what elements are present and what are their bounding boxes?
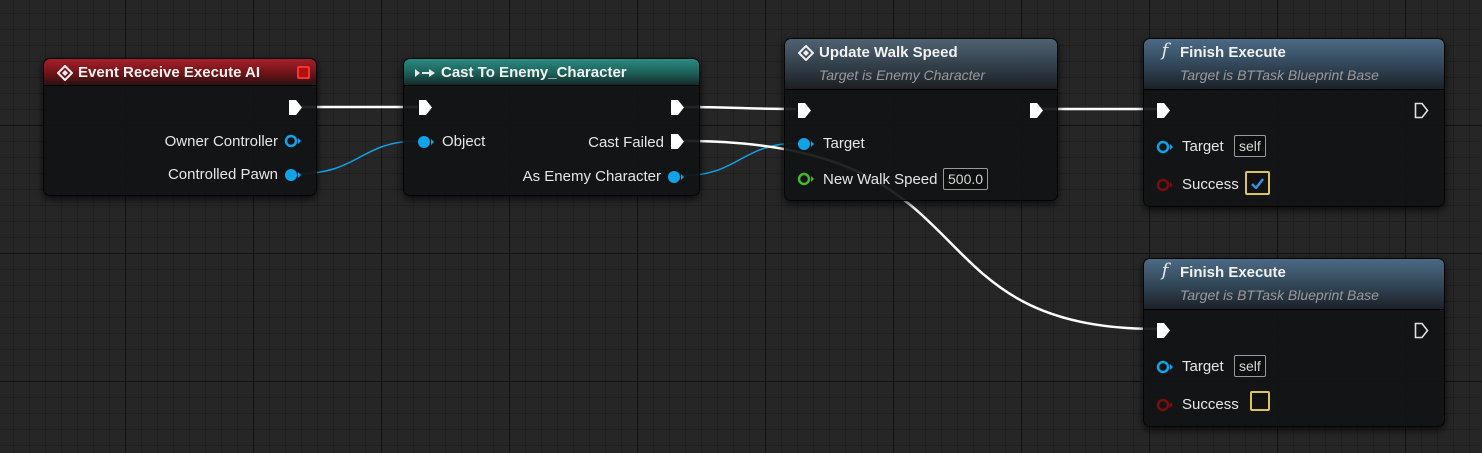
node-title: Update Walk Speed bbox=[819, 44, 958, 61]
exec-out-pin[interactable] bbox=[670, 99, 685, 116]
node-header[interactable]: f Finish Execute Target is BTTask Bluepr… bbox=[1144, 39, 1444, 90]
exec-out-pin[interactable] bbox=[1029, 102, 1044, 119]
new-walk-speed-pin[interactable] bbox=[797, 172, 815, 186]
new-walk-speed-input[interactable]: 500.0 bbox=[943, 168, 989, 190]
exec-in-pin[interactable] bbox=[797, 102, 812, 119]
success-checkbox[interactable] bbox=[1250, 391, 1270, 411]
exec-out-pin[interactable] bbox=[288, 99, 303, 116]
target-pin[interactable] bbox=[797, 137, 815, 151]
target-self-field[interactable]: self bbox=[1234, 135, 1266, 157]
exec-out-pin[interactable] bbox=[1414, 102, 1429, 119]
node-header[interactable]: f Finish Execute Target is BTTask Bluepr… bbox=[1144, 259, 1444, 310]
node-header[interactable]: Update Walk Speed Target is Enemy Charac… bbox=[785, 39, 1057, 90]
node-title: Cast To Enemy_Character bbox=[441, 64, 627, 81]
cast-failed-exec-pin[interactable] bbox=[670, 133, 685, 150]
as-enemy-character-label: As Enemy Character bbox=[522, 168, 661, 185]
new-walk-speed-label: New Walk Speed bbox=[823, 171, 938, 188]
controlled-pawn-pin[interactable] bbox=[284, 168, 302, 182]
cast-failed-label: Cast Failed bbox=[588, 134, 664, 151]
success-label: Success bbox=[1182, 176, 1239, 193]
event-receive-execute-ai-node[interactable]: Event Receive Execute AI Owner Controlle… bbox=[43, 58, 317, 196]
cast-arrows-icon bbox=[414, 64, 436, 82]
target-label: Target bbox=[1182, 138, 1224, 155]
node-subtitle: Target is Enemy Character bbox=[819, 67, 985, 83]
function-f-icon: f bbox=[1161, 259, 1169, 281]
update-walk-speed-node[interactable]: Update Walk Speed Target is Enemy Charac… bbox=[784, 38, 1058, 201]
owner-controller-pin[interactable] bbox=[284, 134, 302, 148]
blueprint-graph-canvas[interactable]: Event Receive Execute AI Owner Controlle… bbox=[0, 0, 1482, 453]
success-label: Success bbox=[1182, 396, 1239, 413]
delegate-pin-icon[interactable] bbox=[297, 66, 310, 79]
node-header[interactable]: Event Receive Execute AI bbox=[44, 59, 316, 86]
object-label: Object bbox=[442, 133, 486, 150]
finish-execute-failure-node[interactable]: f Finish Execute Target is BTTask Bluepr… bbox=[1143, 258, 1445, 427]
cast-to-enemy-character-node[interactable]: Cast To Enemy_Character Object Cast Fail… bbox=[403, 58, 700, 196]
as-enemy-character-pin[interactable] bbox=[667, 170, 685, 184]
success-pin[interactable] bbox=[1156, 398, 1174, 412]
function-f-icon: f bbox=[1161, 39, 1169, 61]
success-pin[interactable] bbox=[1156, 178, 1174, 192]
node-subtitle: Target is BTTask Blueprint Base bbox=[1180, 287, 1379, 303]
checkmark-icon bbox=[1251, 177, 1264, 189]
event-diamond-icon bbox=[56, 64, 74, 82]
exec-out-pin[interactable] bbox=[1414, 322, 1429, 339]
target-pin[interactable] bbox=[1156, 140, 1174, 154]
exec-in-pin[interactable] bbox=[1156, 102, 1171, 119]
node-title: Event Receive Execute AI bbox=[78, 64, 261, 81]
node-header[interactable]: Cast To Enemy_Character bbox=[404, 59, 699, 86]
object-pin[interactable] bbox=[417, 135, 435, 149]
target-self-field[interactable]: self bbox=[1234, 355, 1266, 377]
target-label: Target bbox=[823, 135, 865, 152]
node-title: Finish Execute bbox=[1180, 264, 1286, 281]
exec-in-pin[interactable] bbox=[1156, 322, 1171, 339]
event-diamond-icon bbox=[797, 44, 815, 62]
target-pin[interactable] bbox=[1156, 360, 1174, 374]
success-checkbox[interactable] bbox=[1245, 171, 1270, 195]
controlled-pawn-label: Controlled Pawn bbox=[167, 166, 278, 183]
exec-wire-cast-to-update[interactable] bbox=[683, 105, 797, 111]
owner-controller-label: Owner Controller bbox=[164, 133, 278, 150]
finish-execute-success-node[interactable]: f Finish Execute Target is BTTask Bluepr… bbox=[1143, 38, 1445, 207]
node-subtitle: Target is BTTask Blueprint Base bbox=[1180, 67, 1379, 83]
exec-in-pin[interactable] bbox=[418, 99, 433, 116]
target-label: Target bbox=[1182, 358, 1224, 375]
node-title: Finish Execute bbox=[1180, 44, 1286, 61]
